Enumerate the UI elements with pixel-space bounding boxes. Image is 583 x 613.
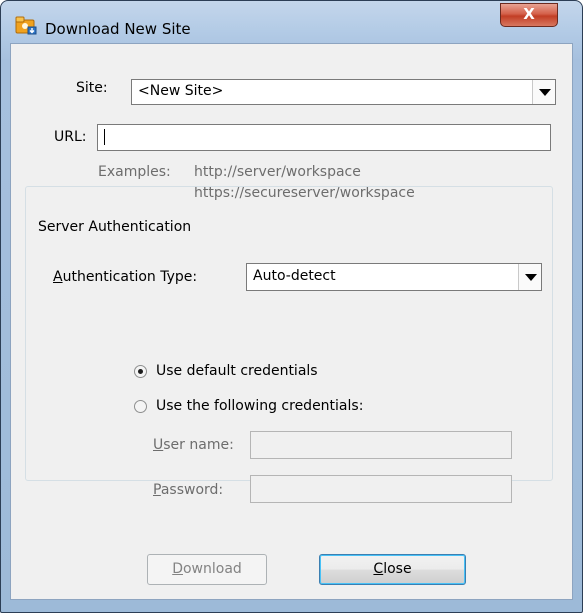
password-label: Password: (153, 482, 224, 498)
authentication-type-value: Auto-detect (253, 268, 336, 284)
examples-label: Examples: (98, 164, 171, 180)
window-close-button[interactable]: X (500, 3, 558, 27)
authentication-type-dropdown-button[interactable] (518, 264, 541, 290)
site-label: Site: (76, 80, 108, 96)
radio-selected-dot (138, 369, 143, 374)
site-select[interactable]: <New Site> (131, 79, 556, 105)
close-icon: X (523, 5, 535, 23)
title-bar[interactable]: Download New Site X (1, 1, 582, 43)
user-name-input[interactable] (250, 431, 512, 459)
authentication-type-label: Authentication Type: (53, 269, 198, 285)
chevron-down-icon (525, 274, 537, 281)
radio-use-following-credentials[interactable] (134, 400, 147, 413)
user-name-label: User name: (153, 437, 234, 453)
radio-following-label[interactable]: Use the following credentials: (156, 398, 363, 414)
url-label: URL: (54, 129, 87, 145)
password-input[interactable] (250, 475, 512, 503)
example-url-1: http://server/workspace (194, 164, 361, 180)
url-input[interactable] (97, 124, 551, 151)
text-caret (104, 129, 105, 145)
radio-default-label[interactable]: Use default credentials (156, 363, 318, 379)
authentication-type-select[interactable]: Auto-detect (246, 263, 542, 291)
site-dropdown-button[interactable] (532, 80, 555, 104)
chevron-down-icon (539, 89, 551, 96)
group-title: Server Authentication (35, 219, 195, 235)
window-title: Download New Site (45, 20, 191, 38)
download-button[interactable]: Download (147, 554, 267, 585)
close-button[interactable]: Close (319, 554, 466, 585)
site-select-value: <New Site> (138, 83, 224, 99)
folder-app-icon (15, 16, 37, 35)
radio-use-default-credentials[interactable] (134, 365, 147, 378)
